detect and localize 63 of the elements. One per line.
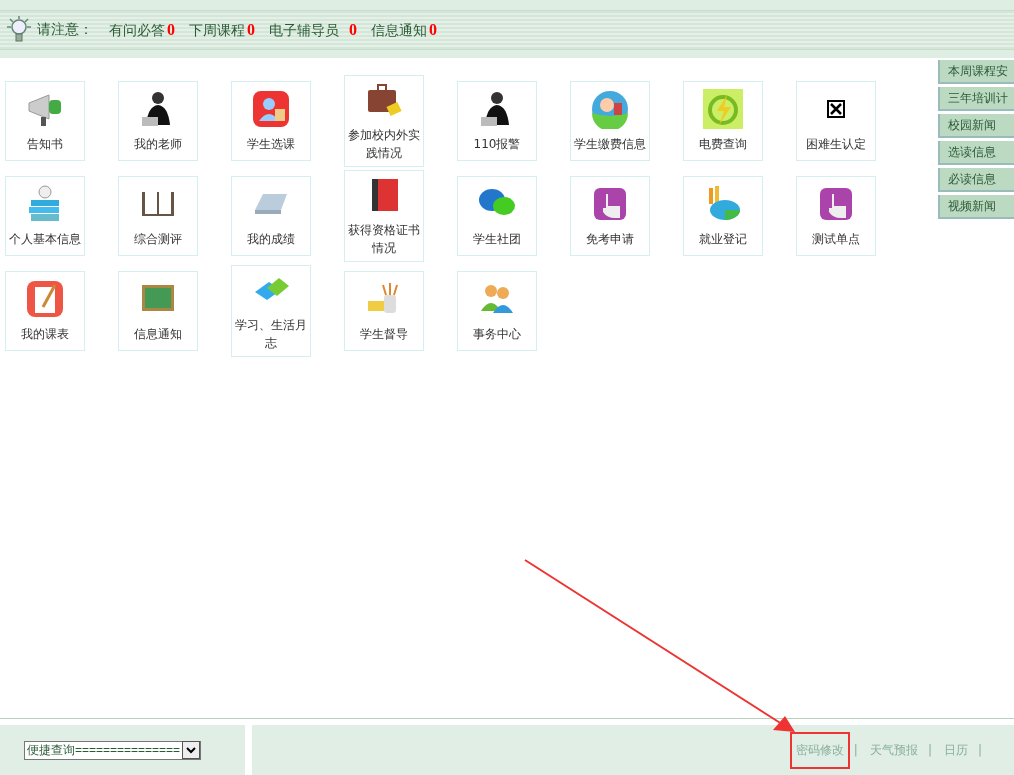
notice-link[interactable]: 电子辅导员 0 — [269, 20, 357, 40]
tile-label: 综合测评 — [134, 231, 182, 248]
tile-label: 学生选课 — [247, 136, 295, 153]
app-tile[interactable]: 就业登记 — [683, 176, 763, 256]
side-menu-link[interactable]: 本周课程安 — [938, 60, 1014, 84]
app-tile[interactable]: 测试单点 — [796, 176, 876, 256]
link-separator: | — [927, 743, 932, 757]
app-tile[interactable]: 学习、生活月志 — [231, 265, 311, 357]
link-separator: | — [853, 743, 858, 757]
notice-link[interactable]: 下周课程0 — [189, 20, 255, 40]
tile-label: 获得资格证书情况 — [347, 222, 421, 257]
app-tile[interactable]: 我的成绩 — [231, 176, 311, 256]
notice-link[interactable]: 信息通知 0 — [371, 20, 437, 40]
app-tile[interactable]: 信息通知 — [118, 271, 198, 351]
caret-icon — [182, 741, 201, 759]
lightbulb-icon — [5, 16, 33, 44]
user-card-icon — [251, 89, 291, 129]
tile-label: 电费查询 — [699, 136, 747, 153]
app-tile[interactable]: 免考申请 — [570, 176, 650, 256]
side-menu-link[interactable]: 必读信息 — [938, 168, 1014, 192]
app-tile[interactable]: 告知书 — [5, 81, 85, 161]
app-tile[interactable]: 学生选课 — [231, 81, 311, 161]
tile-label: 我的成绩 — [247, 231, 295, 248]
quick-search-dropdown[interactable]: 便捷查询=============== — [24, 740, 202, 760]
app-tile[interactable]: 学生社团 — [457, 176, 537, 256]
child-icon — [590, 89, 630, 129]
app-tile[interactable]: 综合测评 — [118, 176, 198, 256]
app-tile[interactable]: 事务中心 — [457, 271, 537, 351]
tile-label: 事务中心 — [473, 326, 521, 343]
tile-label: 110报警 — [473, 136, 521, 153]
app-tile[interactable]: 个人基本信息 — [5, 176, 85, 256]
tile-label: 学生督导 — [360, 326, 408, 343]
app-tile[interactable]: 学生缴费信息 — [570, 81, 650, 161]
app-tile[interactable]: 我的课表 — [5, 271, 85, 351]
app-tile[interactable]: 我的老师 — [118, 81, 198, 161]
app-tile[interactable]: 电费查询 — [683, 81, 763, 161]
tile-label: 我的老师 — [134, 136, 182, 153]
tile-label: 困难生认定 — [806, 136, 866, 153]
tile-label: 免考申请 — [586, 231, 634, 248]
tile-label: 学习、生活月志 — [234, 317, 308, 352]
lightning-icon — [703, 89, 743, 129]
tile-label: 就业登记 — [699, 231, 747, 248]
app-tile[interactable]: 困难生认定 — [796, 81, 876, 161]
notice-link[interactable]: 有问必答0 — [109, 20, 175, 40]
notepad-icon — [25, 279, 65, 319]
app-tile[interactable]: 110报警 — [457, 81, 537, 161]
tile-label: 告知书 — [27, 136, 63, 153]
tile-label: 学生缴费信息 — [574, 136, 646, 153]
link-separator: | — [977, 743, 982, 757]
side-menu-link[interactable]: 三年培训计 — [938, 87, 1014, 111]
app-tile[interactable]: 获得资格证书情况 — [344, 170, 424, 262]
tile-label: 参加校内外实践情况 — [347, 127, 421, 162]
side-menu-link[interactable]: 视频新闻 — [938, 195, 1014, 219]
side-menu-link[interactable]: 校园新闻 — [938, 114, 1014, 138]
tile-label: 信息通知 — [134, 326, 182, 343]
tile-label: 学生社团 — [473, 231, 521, 248]
tile-label: 我的课表 — [21, 326, 69, 343]
notice-label: 请注意： — [37, 21, 93, 39]
side-menu-link[interactable]: 选读信息 — [938, 141, 1014, 165]
app-tile[interactable]: 参加校内外实践情况 — [344, 75, 424, 167]
tile-label: 测试单点 — [812, 231, 860, 248]
app-tile[interactable]: 学生督导 — [344, 271, 424, 351]
tile-label: 个人基本信息 — [9, 231, 81, 248]
